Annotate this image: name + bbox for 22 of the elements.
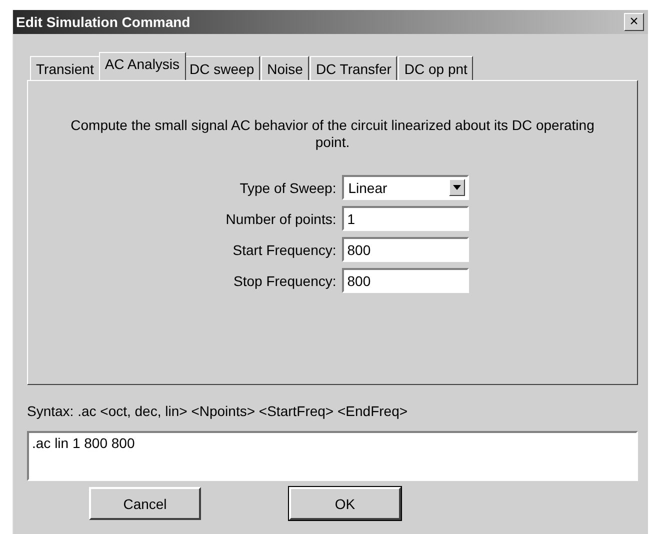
input-field[interactable]: 800	[342, 268, 470, 293]
command-field[interactable]: .ac lin 1 800 800	[27, 431, 638, 481]
field-label: Type of Sweep:	[238, 180, 336, 196]
cancel-button[interactable]: Cancel	[89, 487, 201, 520]
tab[interactable]: DC Transfer	[310, 56, 398, 80]
tab[interactable]: Noise	[261, 56, 309, 80]
tab[interactable]: Transient	[30, 56, 100, 80]
sweep-dropdown[interactable]: Linear	[342, 175, 470, 200]
field-label: Number of points:	[226, 210, 336, 226]
dropdown-arrow-icon	[453, 185, 462, 190]
ok-button[interactable]: OK	[289, 487, 401, 520]
tab[interactable]: AC Analysis	[98, 52, 186, 80]
tab[interactable]: DC op pnt	[398, 56, 474, 80]
input-field[interactable]: 800	[342, 237, 470, 262]
input-field[interactable]: 1	[342, 206, 470, 231]
field-label: Start Frequency:	[232, 242, 336, 258]
description-text: Compute the small signal AC behavior of the circuit linearized about its DC operating point.	[70, 117, 596, 151]
field-label: Stop Frequency:	[232, 272, 336, 288]
tab[interactable]: DC sweep	[184, 56, 260, 80]
window-title: Edit Simulation Command	[16, 14, 190, 30]
syntax-text: Syntax: .ac <oct, dec, lin> <Npoints> <StartFreq> <EndFreq>	[27, 403, 409, 419]
close-button[interactable]: ×	[624, 13, 644, 31]
